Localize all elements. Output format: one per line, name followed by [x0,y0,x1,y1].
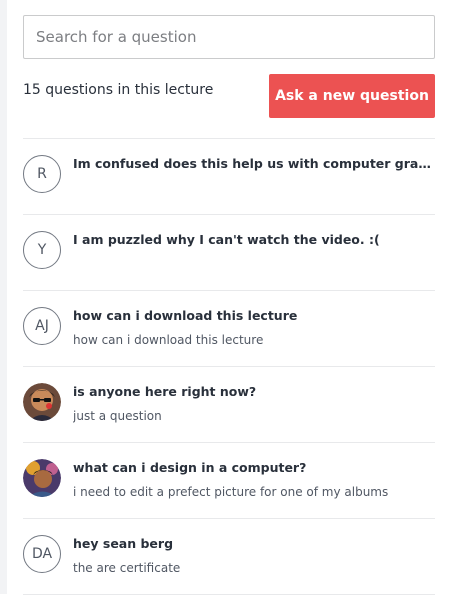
avatar: DA [23,535,61,573]
question-title: how can i download this lecture [73,308,298,323]
question-item[interactable]: AJ how can i download this lecture how c… [23,290,435,366]
search-input[interactable] [23,15,435,59]
question-body: how can i download this lecture [73,333,264,347]
question-body: just a question [73,409,162,423]
question-item[interactable]: is anyone here right now? just a questio… [23,366,435,442]
avatar-photo [23,459,61,497]
question-body: the are certificate [73,561,181,575]
question-list: R Im confused does this help us with com… [23,138,435,595]
question-title: Im confused does this help us with compu… [73,156,435,171]
question-count: 15 questions in this lecture [23,82,214,98]
question-title: hey sean berg [73,536,174,551]
question-title: what can i design in a computer? [73,460,307,475]
question-item[interactable]: R Im confused does this help us with com… [23,138,435,214]
question-body: i need to edit a prefect picture for one… [73,485,389,499]
question-title: is anyone here right now? [73,384,257,399]
question-title: I am puzzled why I can't watch the video… [73,232,380,247]
avatar-photo [23,383,61,421]
question-item[interactable]: Y I am puzzled why I can't watch the vid… [23,214,435,290]
avatar: R [23,155,61,193]
question-item[interactable]: what can i design in a computer? i need … [23,442,435,518]
avatar: Y [23,231,61,269]
question-item[interactable]: DA hey sean berg the are certificate [23,518,435,595]
avatar: AJ [23,307,61,345]
ask-question-button[interactable]: Ask a new question [269,74,435,118]
left-rail [0,0,7,594]
